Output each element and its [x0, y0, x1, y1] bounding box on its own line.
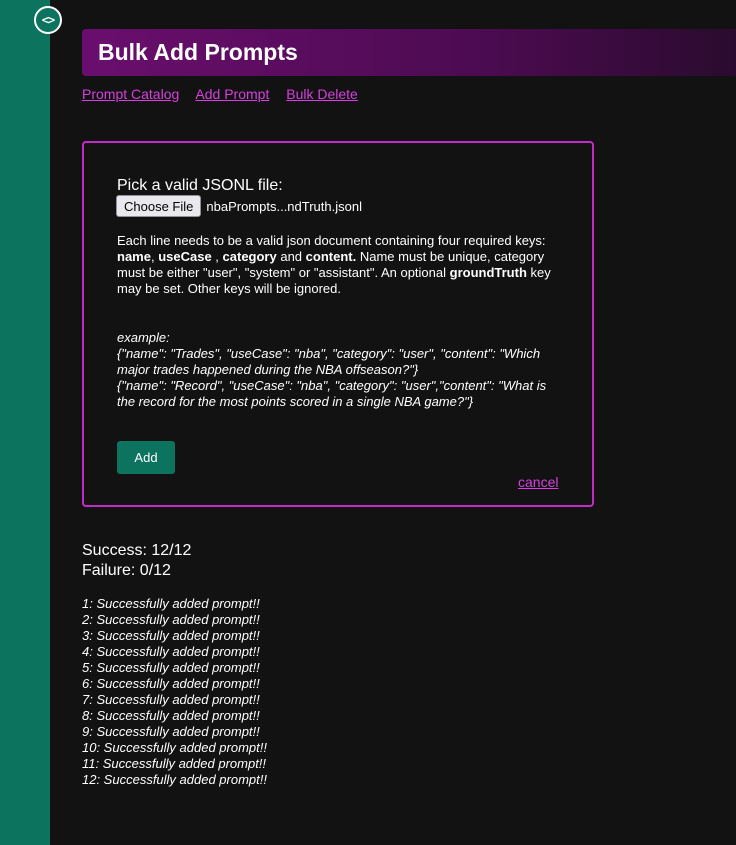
list-item: 2: Successfully added prompt!!	[82, 612, 260, 627]
file-picker: Choose File nbaPrompts...ndTruth.jsonl	[116, 195, 362, 217]
list-item: 12: Successfully added prompt!!	[82, 772, 267, 787]
nav-link-prompt-catalog[interactable]: Prompt Catalog	[82, 86, 179, 102]
cancel-link[interactable]: cancel	[518, 474, 558, 490]
key-content: content.	[305, 249, 357, 264]
choose-file-button[interactable]: Choose File	[116, 195, 202, 217]
nav-link-bulk-delete[interactable]: Bulk Delete	[286, 86, 358, 102]
list-item: 7: Successfully added prompt!!	[82, 692, 260, 707]
desc-sep: and	[276, 249, 306, 264]
format-description: Each line needs to be a valid json docum…	[117, 233, 567, 297]
list-item: 4: Successfully added prompt!!	[82, 644, 260, 659]
example-block: example: {"name": "Trades", "useCase": "…	[117, 330, 567, 410]
example-line: {"name": "Record", "useCase": "nba", "ca…	[117, 378, 547, 409]
page-title: Bulk Add Prompts	[98, 39, 298, 65]
page-header: Bulk Add Prompts	[82, 29, 736, 76]
list-item: 6: Successfully added prompt!!	[82, 676, 260, 691]
result-summary: Success: 12/12 Failure: 0/12	[82, 541, 191, 581]
list-item: 5: Successfully added prompt!!	[82, 660, 260, 675]
key-usecase: useCase	[158, 249, 212, 264]
nav-link-add-prompt[interactable]: Add Prompt	[195, 86, 269, 102]
list-item: 11: Successfully added prompt!!	[82, 756, 267, 771]
failure-count: Failure: 0/12	[82, 562, 171, 579]
file-picker-label: Pick a valid JSONL file:	[117, 177, 283, 194]
nav-links: Prompt Catalog Add Prompt Bulk Delete	[82, 86, 371, 102]
add-button[interactable]: Add	[117, 441, 175, 474]
sidebar	[0, 0, 50, 845]
bulk-add-form: Pick a valid JSONL file: Choose File nba…	[82, 141, 594, 507]
key-name: name	[117, 249, 151, 264]
desc-sep: ,	[211, 249, 223, 264]
example-line: {"name": "Trades", "useCase": "nba", "ca…	[117, 346, 541, 377]
result-list: 1: Successfully added prompt!! 2: Succes…	[82, 596, 267, 788]
list-item: 10: Successfully added prompt!!	[82, 740, 267, 755]
list-item: 8: Successfully added prompt!!	[82, 708, 260, 723]
key-category: category	[222, 249, 277, 264]
list-item: 9: Successfully added prompt!!	[82, 724, 260, 739]
example-label: example:	[117, 330, 170, 345]
code-icon[interactable]: <>	[34, 6, 62, 34]
selected-file-name: nbaPrompts...ndTruth.jsonl	[206, 198, 362, 214]
list-item: 3: Successfully added prompt!!	[82, 628, 260, 643]
success-count: Success: 12/12	[82, 542, 192, 559]
desc-text: Each line needs to be a valid json docum…	[117, 233, 546, 248]
key-groundtruth: groundTruth	[449, 265, 527, 280]
list-item: 1: Successfully added prompt!!	[82, 596, 260, 611]
